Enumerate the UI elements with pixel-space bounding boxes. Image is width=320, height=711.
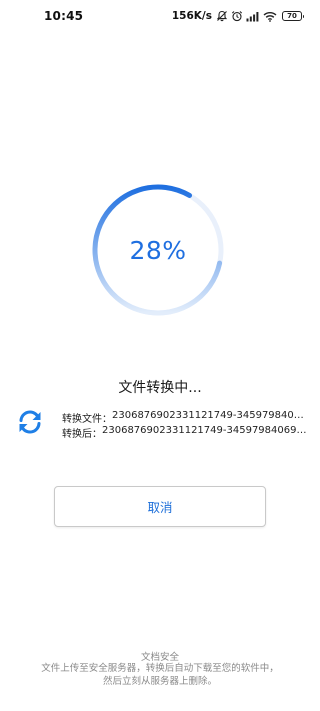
battery-level: 70 — [287, 11, 297, 20]
progress-percent: 28% — [129, 235, 187, 265]
status-indicators: 156K/s 70 — [171, 8, 304, 24]
target-file-label: 转换后： — [62, 429, 102, 440]
converting-status-title: 文件转换中... — [118, 380, 202, 396]
wifi-icon — [263, 11, 277, 22]
alarm-icon — [231, 10, 243, 22]
target-file-row: 转换后： 2306876902331121749-345979840693796… — [62, 425, 310, 440]
battery-icon: 70 — [282, 11, 304, 21]
status-time: 10:45 — [44, 9, 84, 23]
source-file-label: 转换文件： — [62, 414, 112, 425]
progress-ring: 28% — [90, 182, 226, 318]
signal-icon — [246, 11, 260, 22]
cancel-button[interactable]: 取消 — [54, 486, 266, 527]
security-description: 文件上传至安全服务器，转换后自动下载至您的软件中，然后立刻从服务器上删除。 — [41, 663, 279, 687]
target-file-name: 2306876902331121749-3459798406937964... — [102, 425, 310, 436]
sync-icon — [16, 408, 44, 436]
source-file-row: 转换文件： 2306876902331121749-3459798406937.… — [62, 410, 310, 425]
network-speed: 156K/s — [171, 10, 212, 22]
status-bar: 10:45 156K/s 70 — [0, 0, 320, 34]
security-title: 文档安全 — [140, 652, 179, 663]
source-file-name: 2306876902331121749-3459798406937... — [112, 410, 310, 421]
mute-icon — [216, 10, 228, 22]
